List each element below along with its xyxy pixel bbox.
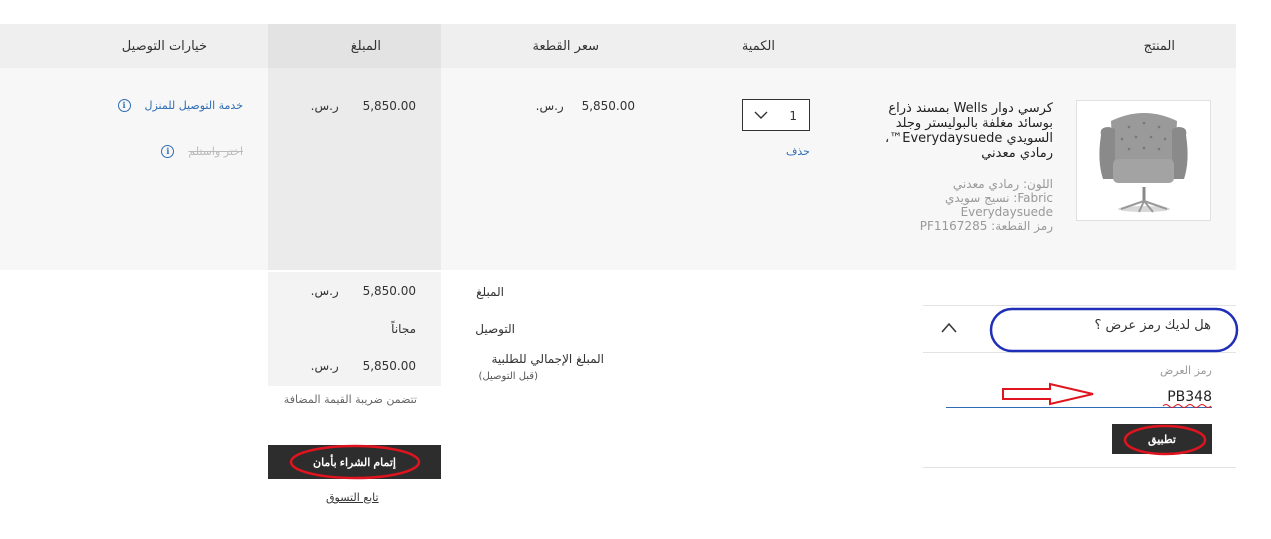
promo-divider-mid: [923, 352, 1236, 353]
promo-code-input[interactable]: [946, 387, 1212, 408]
cart-table-header: المنتج الكمية سعر القطعة المبلغ خيارات ا…: [0, 24, 1236, 68]
product-fabric: Fabric: نسيج سويدي Everydaysuede: [944, 191, 1053, 219]
info-icon[interactable]: i: [161, 145, 175, 158]
header-product: المنتج: [1143, 39, 1175, 54]
item-amount-value: 5,850.00: [362, 99, 416, 113]
summary-total-value: 5,850.00 ر.س.: [311, 359, 416, 373]
quantity-select[interactable]: 1: [742, 99, 810, 131]
summary-total-number: 5,850.00: [362, 359, 416, 373]
apply-promo-button[interactable]: تطبيق: [1112, 424, 1212, 454]
summary-total-label: المبلغ الإجمالي للطلبية: [491, 352, 604, 366]
chevron-up-icon[interactable]: [940, 321, 958, 335]
product-name[interactable]: كرسي دوار Wells بمسند ذراع بوسائد مغلفة …: [875, 101, 1053, 161]
delivery-pickup-label: اختر واستلم: [188, 145, 243, 158]
vat-note: تتضمن ضريبة القيمة المضافة: [283, 393, 417, 406]
quantity-value: 1: [789, 109, 797, 123]
summary-amount-value: 5,850.00 ر.س.: [311, 284, 416, 298]
armchair-image: [1099, 113, 1188, 213]
header-delivery-options: خيارات التوصيل: [121, 39, 207, 54]
delivery-option-home[interactable]: خدمة التوصيل للمنزل i: [117, 99, 244, 112]
unit-price-value: 5,850.00: [581, 99, 635, 113]
summary-delivery-value: مجاناً: [391, 322, 416, 336]
secure-checkout-button[interactable]: إتمام الشراء بأمان: [268, 445, 441, 479]
header-unit-price: سعر القطعة: [532, 39, 599, 54]
product-color: اللون: رمادي معدني: [952, 177, 1053, 191]
delete-item-link[interactable]: حذف: [786, 145, 810, 158]
product-sku: رمز القطعة: PF1167285: [919, 219, 1053, 233]
delivery-home-label[interactable]: خدمة التوصيل للمنزل: [145, 99, 244, 112]
header-quantity: الكمية: [741, 39, 775, 54]
delivery-option-pickup: اختر واستلم i: [161, 145, 243, 158]
summary-amount-currency: ر.س.: [310, 284, 339, 298]
product-image[interactable]: [1076, 100, 1211, 221]
item-amount-currency: ر.س.: [310, 99, 339, 113]
promo-divider-top: [923, 305, 1236, 306]
continue-shopping-link[interactable]: تابع التسوق: [326, 491, 379, 504]
summary-total-currency: ر.س.: [310, 359, 339, 373]
summary-amount-number: 5,850.00: [362, 284, 416, 298]
item-amount: 5,850.00 ر.س.: [311, 99, 416, 113]
info-icon[interactable]: i: [117, 99, 131, 112]
unit-price: 5,850.00 ر.س.: [536, 99, 635, 113]
promo-field-label: رمز العرض: [1160, 364, 1212, 377]
unit-price-currency: ر.س.: [535, 99, 564, 113]
chevron-down-icon: [754, 111, 768, 119]
promo-divider-bottom: [923, 467, 1236, 468]
promo-question[interactable]: هل لديك رمز عرض ؟: [992, 318, 1211, 333]
summary-delivery-label: التوصيل: [475, 322, 515, 336]
header-amount: المبلغ: [350, 39, 381, 54]
summary-total-sublabel: (قبل التوصيل): [478, 371, 538, 382]
summary-amount-label: المبلغ: [476, 285, 504, 299]
product-attributes: اللون: رمادي معدني Fabric: نسيج سويدي Ev…: [875, 177, 1053, 233]
